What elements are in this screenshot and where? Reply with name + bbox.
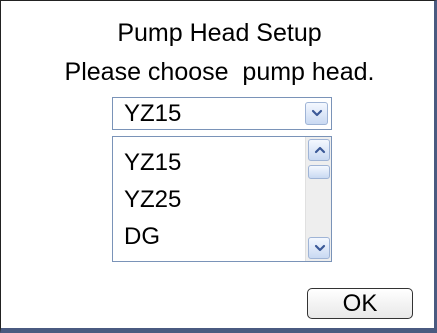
list-item-dg[interactable]: DG	[124, 224, 160, 250]
combobox-dropdown-button[interactable]	[305, 102, 328, 125]
pump-head-setup-dialog: Pump Head Setup Please choose pump head.…	[0, 0, 437, 333]
combobox-selected-value: YZ15	[124, 100, 182, 127]
scroll-up-button[interactable]	[308, 139, 330, 161]
ok-button[interactable]: OK	[307, 288, 413, 319]
list-item-yz15[interactable]: YZ15	[124, 150, 181, 176]
chevron-up-icon	[314, 146, 326, 154]
pump-head-listbox[interactable]: YZ15 YZ25 DG	[112, 136, 332, 262]
listbox-scrollbar[interactable]	[305, 137, 331, 261]
dialog-prompt: Please choose pump head.	[64, 58, 375, 86]
pump-head-combobox[interactable]: YZ15	[112, 97, 332, 130]
chevron-down-icon	[311, 109, 323, 117]
dialog-title: Pump Head Setup	[117, 19, 322, 47]
chevron-down-icon	[314, 244, 326, 252]
list-item-yz25[interactable]: YZ25	[124, 187, 181, 213]
scroll-thumb[interactable]	[308, 165, 330, 179]
scroll-down-button[interactable]	[308, 237, 330, 259]
